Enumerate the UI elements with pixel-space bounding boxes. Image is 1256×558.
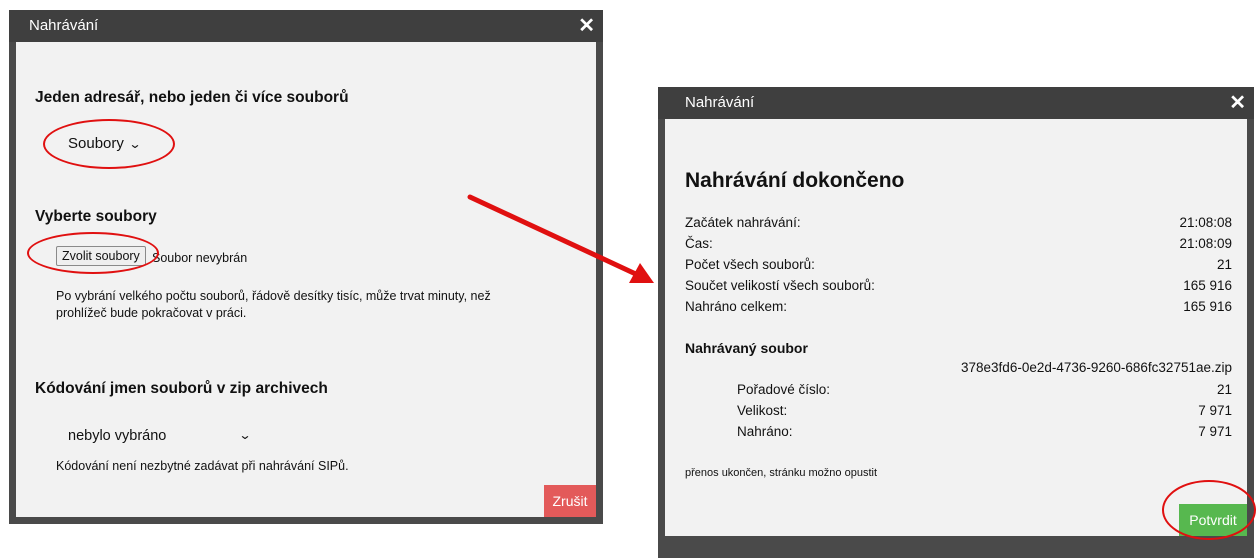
- annotation-arrow: [467, 194, 654, 283]
